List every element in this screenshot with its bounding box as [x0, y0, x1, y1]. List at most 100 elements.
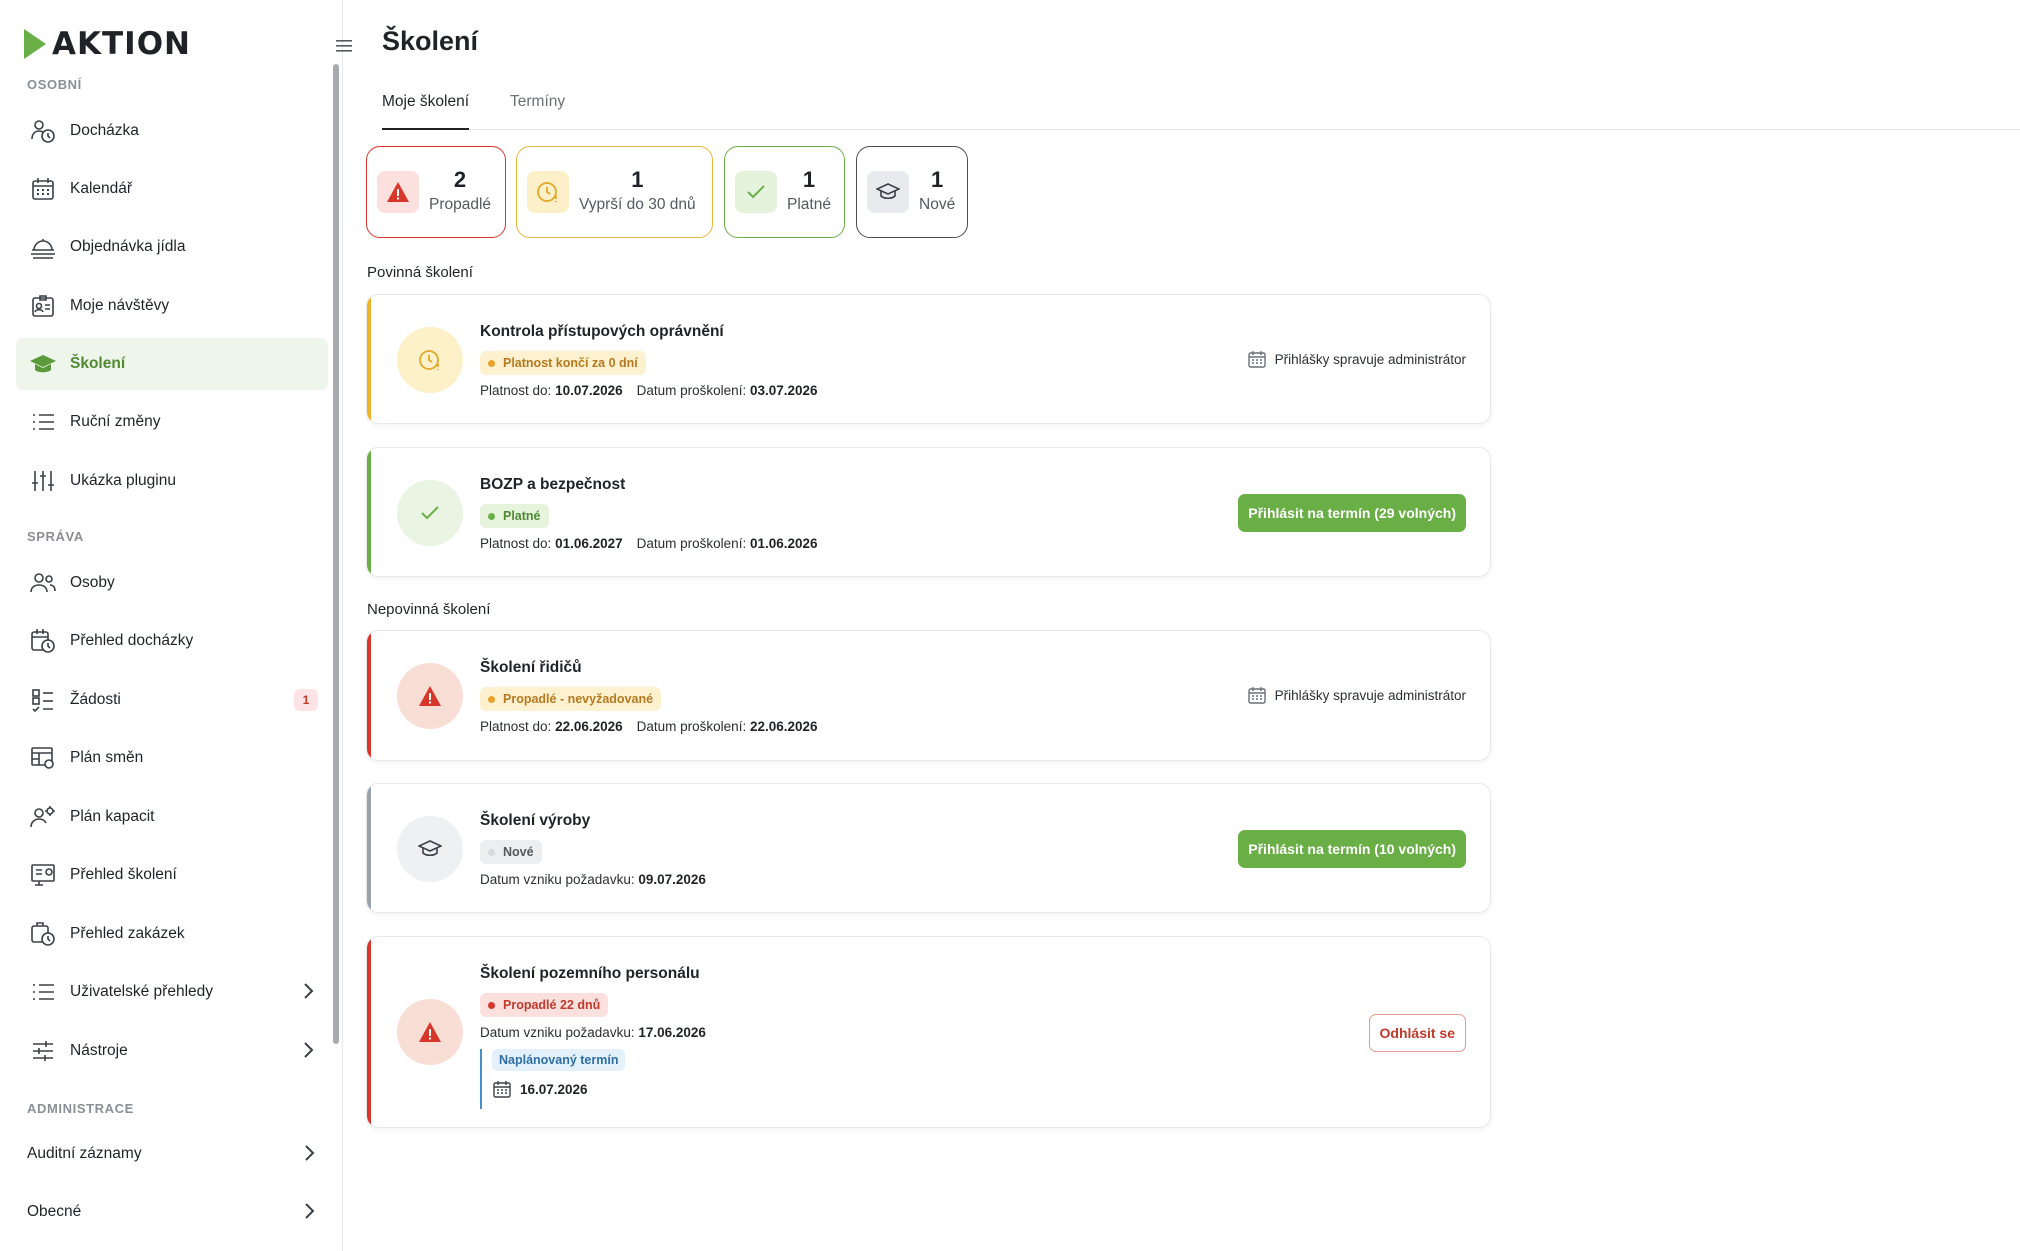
sidebar-item-rucni-zmeny[interactable]: Ruční změny [16, 396, 328, 448]
training-title: Školení řidičů [480, 659, 582, 676]
status-label: Propadlé - nevyžadované [503, 692, 654, 706]
stat-value: 1 [930, 167, 944, 192]
sidebar-item-label: Obecné [27, 1203, 82, 1220]
card-status-stripe [367, 937, 371, 1127]
food-order-icon [28, 232, 58, 262]
sidebar-item-obecne[interactable]: Obecné [27, 1192, 327, 1232]
label-valid-until: Platnost do: [480, 383, 552, 398]
stat-card-vyprsi[interactable]: 1 Vyprší do 30 dnů [516, 146, 713, 238]
warning-triangle-icon [377, 171, 419, 213]
sliders-icon [28, 466, 58, 496]
status-dot [488, 512, 495, 520]
status-badge: Propadlé 22 dnů [480, 993, 609, 1017]
status-dot [488, 359, 495, 367]
stat-label: Platné [787, 196, 831, 213]
page-title: Školení [382, 26, 479, 56]
graduation-cap-icon [867, 171, 909, 213]
menu-icon [336, 40, 352, 52]
status-label: Platné [503, 509, 541, 523]
sidebar-item-label: Plán směn [70, 749, 144, 766]
sidebar-item-kalendar[interactable]: Kalendář [16, 163, 328, 215]
label-trained-date: Datum proškolení: [636, 719, 747, 734]
warning-triangle-icon [397, 663, 463, 729]
planned-term: Naplánovaný termín 16.07.2026 [480, 1049, 626, 1109]
sidebar-collapse-button[interactable] [334, 36, 354, 56]
people-icon [28, 568, 58, 598]
sidebar-item-plan-kapacit[interactable]: Plán kapacit [16, 791, 328, 843]
sidebar-scrollbar[interactable] [333, 64, 339, 1044]
unsubscribe-button[interactable]: Odhlásit se [1368, 1014, 1466, 1052]
training-card[interactable]: BOZP a bezpečnost Platné Platnost do: 01… [366, 447, 1491, 577]
sidebar-item-moje-navstevy[interactable]: Moje návštěvy [16, 280, 328, 332]
training-title: BOZP a bezpečnost [480, 476, 626, 493]
status-badge: Propadlé - nevyžadované [480, 687, 662, 711]
calendar-icon [1247, 351, 1266, 368]
sidebar-item-prehled-skoleni[interactable]: Přehled školení [16, 849, 328, 901]
section-label-sprava: SPRÁVA [27, 529, 84, 544]
sidebar-item-prehled-dochazky[interactable]: Přehled docházky [16, 615, 328, 667]
sidebar-item-ukazka-pluginu[interactable]: Ukázka pluginu [16, 455, 328, 507]
label-request-date: Datum vzniku požadavku: [480, 1025, 635, 1040]
stat-card-platne[interactable]: 1 Platné [724, 146, 845, 238]
requests-count-badge: 1 [294, 689, 318, 711]
stat-value: 2 [453, 167, 467, 192]
label-valid-until: Platnost do: [480, 536, 552, 551]
sidebar-item-label: Docházka [70, 122, 139, 139]
planned-term-tag: Naplánovaný termín [492, 1049, 626, 1071]
training-title: Školení pozemního personálu [480, 965, 700, 982]
sidebar-item-label: Uživatelské přehledy [70, 983, 214, 1000]
training-meta: Datum vzniku požadavku: 09.07.2026 [480, 872, 706, 887]
tab-moje-skoleni[interactable]: Moje školení [382, 90, 470, 130]
label-trained-date: Datum proškolení: [636, 383, 747, 398]
calendar-icon [493, 1081, 511, 1098]
valid-until-date: 01.06.2027 [555, 536, 623, 551]
stat-label: Nové [919, 196, 956, 213]
sidebar-item-objednavka-jidla[interactable]: Objednávka jídla [16, 221, 328, 273]
trained-date: 01.06.2026 [749, 536, 818, 551]
sidebar-item-osoby[interactable]: Osoby [16, 557, 328, 609]
training-card[interactable]: Školení pozemního personálu Propadlé 22 … [366, 936, 1491, 1128]
app-logo[interactable]: aktion [24, 26, 191, 62]
stat-card-nove[interactable]: 1 Nové [856, 146, 968, 238]
stat-card-propadle[interactable]: 2 Propadlé [366, 146, 506, 238]
planned-term-date-row: 16.07.2026 [492, 1079, 625, 1099]
sign-up-term-button[interactable]: Přihlásit na termín (29 volných) [1238, 494, 1466, 532]
sign-up-term-button[interactable]: Přihlásit na termín (10 volných) [1238, 830, 1466, 868]
sidebar-item-label: Přehled školení [70, 866, 177, 883]
training-card[interactable]: Kontrola přístupových oprávnění Platnost… [366, 294, 1491, 424]
stat-label: Vyprší do 30 dnů [579, 196, 696, 213]
trained-date: 22.06.2026 [749, 719, 818, 734]
card-status-stripe [367, 295, 371, 423]
clock-warning-icon [397, 327, 463, 393]
calendar-icon [28, 174, 58, 204]
training-card[interactable]: Školení řidičů Propadlé - nevyžadované P… [366, 630, 1491, 761]
sidebar-item-zadosti[interactable]: Žádosti 1 [16, 674, 328, 726]
training-card[interactable]: Školení výroby Nové Datum vzniku požadav… [366, 783, 1491, 913]
status-label: Platnost končí za 0 dní [503, 356, 638, 370]
sidebar-item-skoleni[interactable]: Školení [16, 338, 328, 390]
sidebar-item-prehled-zakazek[interactable]: Přehled zakázek [16, 908, 328, 960]
planned-date: 16.07.2026 [520, 1081, 588, 1097]
request-date: 09.07.2026 [638, 872, 706, 887]
stat-value: 1 [802, 167, 816, 192]
tab-terminy[interactable]: Termíny [510, 90, 565, 130]
sidebar-item-label: Auditní záznamy [27, 1145, 142, 1162]
group-label-optional: Nepovinná školení [367, 601, 491, 618]
check-icon [735, 171, 777, 213]
valid-until-date: 10.07.2026 [555, 383, 623, 398]
sidebar-item-nastroje[interactable]: Nástroje [16, 1025, 328, 1077]
status-label: Propadlé 22 dnů [503, 998, 601, 1012]
training-overview-icon [28, 860, 58, 890]
status-dot [488, 1001, 495, 1009]
sidebar-item-auditni-zaznamy[interactable]: Auditní záznamy [27, 1134, 327, 1174]
logo-play-icon [24, 29, 46, 59]
sidebar-item-plan-smen[interactable]: Plán směn [16, 732, 328, 784]
training-meta: Platnost do: 01.06.2027 Datum proškolení:… [480, 536, 818, 551]
chevron-right-icon [303, 1144, 315, 1167]
sidebar-item-label: Přehled docházky [70, 632, 194, 649]
status-dot [488, 695, 495, 703]
sidebar-item-uzivatelske-prehledy[interactable]: Uživatelské přehledy [16, 966, 328, 1018]
sidebar: aktion OSOBNÍ Docházka Kalendář Objednáv… [0, 0, 352, 1251]
sidebar-item-dochazka[interactable]: Docházka [16, 105, 328, 157]
shift-plan-icon [28, 743, 58, 773]
